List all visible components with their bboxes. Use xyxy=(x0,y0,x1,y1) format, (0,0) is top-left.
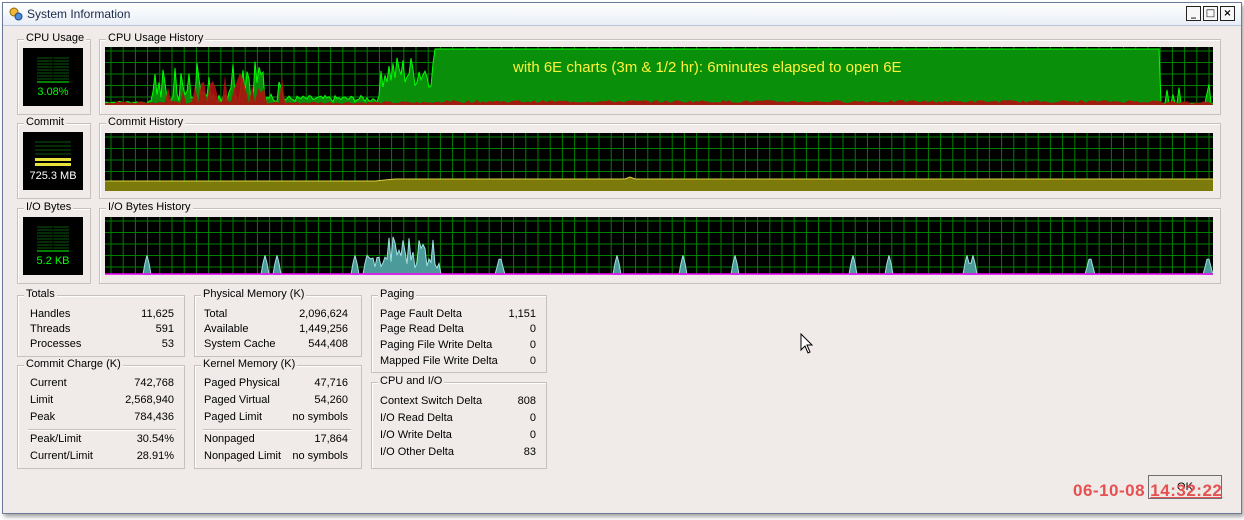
cpu-io-row-context-switch-delta: Context Switch Delta 808 xyxy=(380,395,536,407)
physical-memory-row-total: Total 2,096,624 xyxy=(204,308,348,320)
commit-charge-label: Commit Charge (K) xyxy=(24,358,123,370)
cpu-history-plot xyxy=(105,47,1213,105)
commit-history-label: Commit History xyxy=(106,116,186,128)
kernel-memory-row-paged-limit: Paged Limit no symbols xyxy=(204,411,348,423)
kernel-memory-group: Kernel Memory (K) Paged Physical 47,716 P… xyxy=(194,358,362,469)
physical-memory-label: Physical Memory (K) xyxy=(201,288,307,300)
maximize-button[interactable]: □ xyxy=(1203,6,1218,21)
cpu-and-io-label: CPU and I/O xyxy=(378,375,445,387)
io-bytes-label: I/O Bytes xyxy=(24,201,74,213)
paging-row-paging-file-write-delta: Paging File Write Delta 0 xyxy=(380,339,536,351)
minimize-button[interactable]: _ xyxy=(1186,6,1201,21)
title-bar[interactable]: System Information _ □ × xyxy=(3,3,1241,26)
commit-history-graph xyxy=(105,133,1213,191)
io-bytes-gauge: 5.2 KB xyxy=(23,217,83,275)
io-bytes-value: 5.2 KB xyxy=(36,255,70,267)
paging-row-page-fault-delta: Page Fault Delta 1,151 xyxy=(380,308,536,320)
commit-charge-row-peak-limit: Peak/Limit 30.54% xyxy=(30,433,174,445)
io-history-graph xyxy=(105,217,1213,275)
cpu-and-io-group: CPU and I/O Context Switch Delta 808 I/O … xyxy=(371,375,547,469)
system-information-window: System Information _ □ × CPU Usage 3.08%… xyxy=(2,2,1242,514)
timestamp-time: 14:32:22 xyxy=(1150,481,1223,500)
commit-label: Commit xyxy=(24,116,66,128)
window-title: System Information xyxy=(27,7,131,21)
io-history-label: I/O Bytes History xyxy=(106,201,193,213)
physical-memory-group: Physical Memory (K) Total 2,096,624 Avail… xyxy=(194,288,362,357)
graph-grid xyxy=(105,217,1213,275)
commit-charge-divider xyxy=(28,429,176,431)
commit-charge-row-current-limit: Current/Limit 28.91% xyxy=(30,450,174,462)
commit-charge-row-limit: Limit 2,568,940 xyxy=(30,394,174,406)
commit-value: 725.3 MB xyxy=(29,170,77,182)
paging-row-mapped-file-write-delta: Mapped File Write Delta 0 xyxy=(380,355,536,367)
commit-charge-row-current: Current 742,768 xyxy=(30,377,174,389)
timestamp-date: 06-10-08 xyxy=(1073,481,1146,500)
commit-history-plot xyxy=(105,133,1213,191)
cpu-usage-value: 3.08% xyxy=(37,86,69,98)
cpu-io-row-io-other-delta: I/O Other Delta 83 xyxy=(380,446,536,458)
cpu-history-label: CPU Usage History xyxy=(106,32,206,44)
physical-memory-row-available: Available 1,449,256 xyxy=(204,323,348,335)
kernel-memory-row-paged-physical: Paged Physical 47,716 xyxy=(204,377,348,389)
cpu-io-row-io-write-delta: I/O Write Delta 0 xyxy=(380,429,536,441)
paging-row-page-read-delta: Page Read Delta 0 xyxy=(380,323,536,335)
kernel-memory-label: Kernel Memory (K) xyxy=(201,358,298,370)
timestamp-overlay: 06-10-08 14:32:22 xyxy=(1073,481,1222,501)
totals-label: Totals xyxy=(24,288,57,300)
mouse-pointer-icon xyxy=(800,333,814,354)
totals-row-processes: Processes 53 xyxy=(30,338,174,350)
system-information-icon xyxy=(9,7,23,21)
physical-memory-row-system-cache: System Cache 544,408 xyxy=(204,338,348,350)
commit-charge-group: Commit Charge (K) Current 742,768 Limit 2,… xyxy=(17,358,185,469)
close-button[interactable]: × xyxy=(1220,6,1235,21)
kernel-memory-row-nonpaged: Nonpaged 17,864 xyxy=(204,433,348,445)
kernel-memory-row-nonpaged-limit: Nonpaged Limit no symbols xyxy=(204,450,348,462)
commit-charge-row-peak: Peak 784,436 xyxy=(30,411,174,423)
totals-row-handles: Handles 11,625 xyxy=(30,308,174,320)
kernel-memory-divider xyxy=(203,429,351,431)
totals-group: Totals Handles 11,625 Threads 591 Processe… xyxy=(17,288,185,357)
paging-group: Paging Page Fault Delta 1,151 Page Read D… xyxy=(371,288,547,373)
kernel-memory-row-paged-virtual: Paged Virtual 54,260 xyxy=(204,394,348,406)
io-history-plot xyxy=(105,217,1213,275)
commit-gauge: 725.3 MB xyxy=(23,132,83,190)
totals-row-threads: Threads 591 xyxy=(30,323,174,335)
cpu-history-graph: with 6E charts (3m & 1/2 hr): 6minutes e… xyxy=(105,47,1213,105)
cpu-usage-gauge: 3.08% xyxy=(23,48,83,106)
paging-label: Paging xyxy=(378,288,417,300)
cpu-usage-label: CPU Usage xyxy=(24,32,87,44)
cpu-usage-area xyxy=(105,49,1213,105)
cpu-history-annotation: with 6E charts (3m & 1/2 hr): 6minutes e… xyxy=(513,59,902,76)
cpu-io-row-io-read-delta: I/O Read Delta 0 xyxy=(380,412,536,424)
